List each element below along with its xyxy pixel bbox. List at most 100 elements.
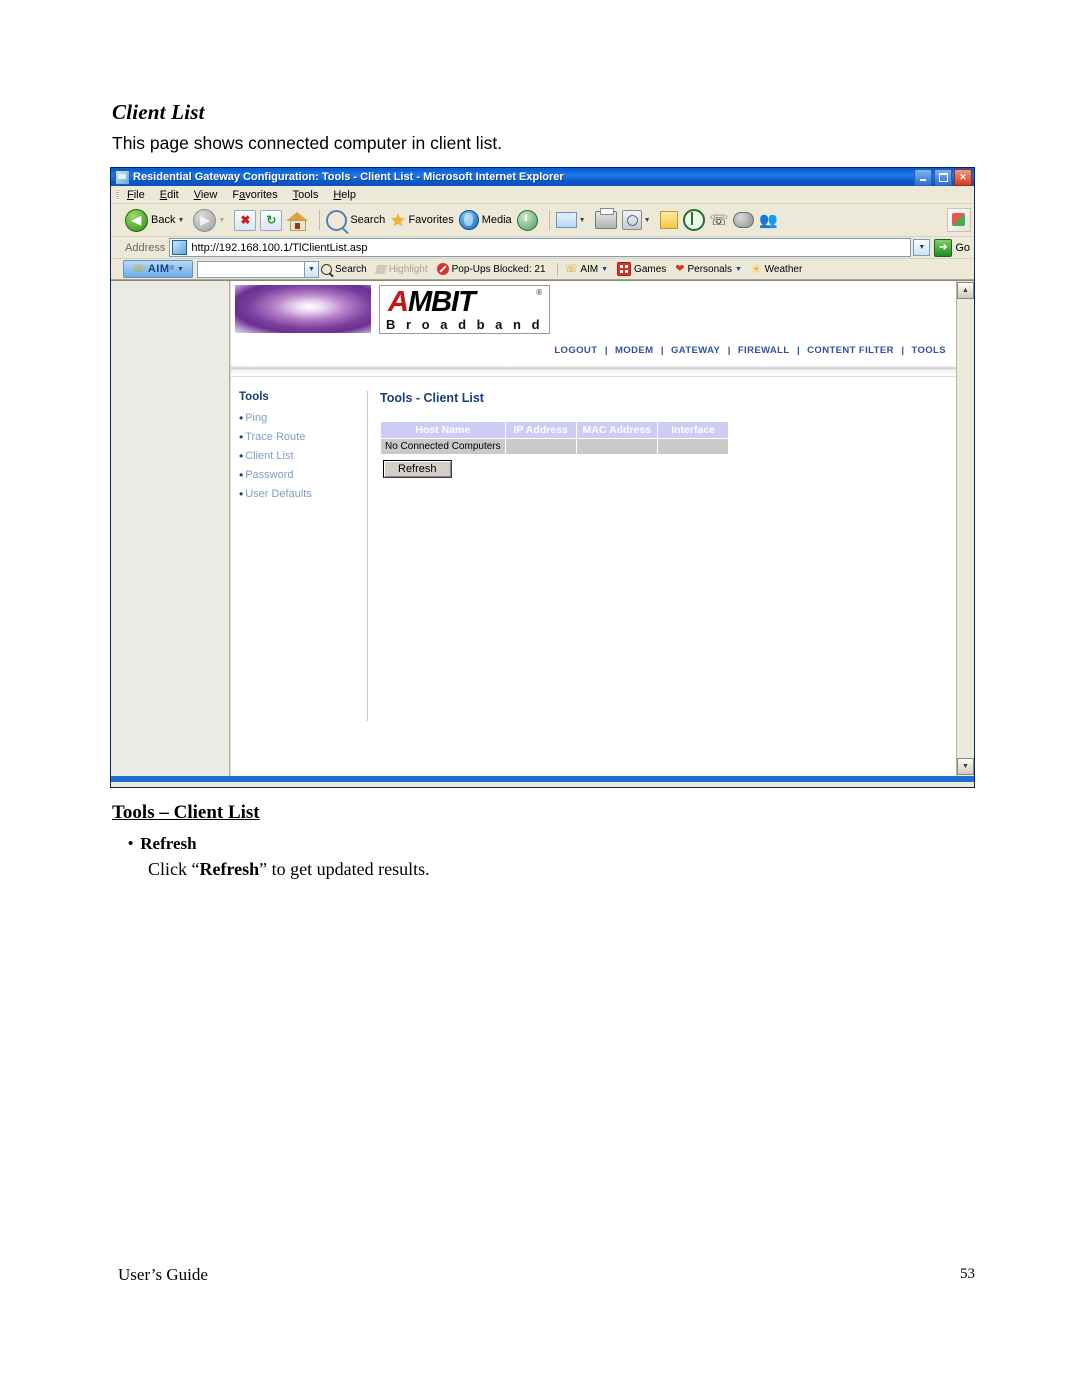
menu-favorites[interactable]: Favorites [232, 189, 277, 201]
bullet-icon: • [239, 468, 244, 483]
menu-edit[interactable]: Edit [160, 189, 179, 201]
messenger-button[interactable] [682, 209, 705, 231]
menu-tools[interactable]: Tools [293, 189, 319, 201]
sidebar-item-user-defaults[interactable]: • User Defaults [239, 488, 367, 500]
aim-menu-button[interactable]: ☏ AIM ▼ [565, 263, 608, 275]
menu-grip[interactable] [116, 189, 119, 200]
aim-caret-icon[interactable]: ▼ [177, 266, 184, 273]
page-title: Client List [112, 100, 205, 124]
mail-icon [555, 212, 577, 228]
home-button[interactable] [286, 211, 309, 231]
windows-logo-icon[interactable] [947, 208, 971, 232]
games-icon [617, 262, 632, 276]
bullet-item-refresh: • Refresh [128, 834, 197, 854]
router-nav: LOGOUT | MODEM | GATEWAY | FIREWALL | CO… [231, 334, 956, 361]
refresh-button[interactable]: Refresh [383, 460, 452, 479]
sidebar-item-ping[interactable]: • Ping [239, 412, 367, 424]
body-post: ” to get updated results. [259, 859, 430, 879]
column-host-name: Host Name [380, 421, 506, 440]
forward-button[interactable]: ▶ ▼ [193, 208, 229, 232]
refresh-button[interactable]: ↻ [260, 209, 283, 231]
sun-icon: ☀ [750, 262, 762, 276]
nav-tools[interactable]: TOOLS [911, 345, 946, 356]
back-button[interactable]: ◀ Back ▼ [125, 208, 188, 232]
history-icon [516, 209, 538, 231]
menu-view[interactable]: View [194, 189, 218, 201]
close-button[interactable]: ✕ [954, 169, 972, 186]
stop-button[interactable]: ✖ [234, 209, 257, 231]
favorites-button[interactable]: ★ Favorites [390, 212, 454, 229]
footer-page-number: 53 [960, 1266, 975, 1282]
address-input[interactable]: http://192.168.100.1/TlClientList.asp [169, 238, 912, 257]
buddies-button[interactable]: 👥 [759, 213, 778, 228]
body-text: Click “Refresh” to get updated results. [148, 859, 430, 880]
sidebar-item-label: Ping [245, 412, 268, 425]
history-button[interactable] [516, 209, 538, 231]
ambit-brand-rest: MBIT [407, 286, 476, 318]
edit-caret-icon[interactable]: ▼ [644, 217, 651, 224]
column-mac-address: MAC Address [575, 421, 659, 440]
mail-button[interactable]: ▼ [555, 212, 590, 228]
address-dropdown-button[interactable]: ▼ [913, 239, 931, 256]
aim-search-button[interactable]: Search [321, 263, 367, 275]
nav-sep-4: | [797, 345, 800, 357]
main-heading: Tools - Client List [380, 391, 484, 406]
scroll-up-button[interactable]: ▲ [957, 282, 974, 299]
aim-weather-label: Weather [764, 263, 803, 275]
mail-caret-icon[interactable]: ▼ [579, 217, 586, 224]
media-button[interactable]: Media [458, 210, 512, 230]
aim-popups-label: Pop-Ups Blocked: 21 [451, 263, 546, 275]
search-button[interactable]: Search [326, 209, 386, 231]
scroll-down-button[interactable]: ▼ [957, 758, 974, 775]
sidebar-item-password[interactable]: • Password [239, 469, 367, 481]
vertical-scrollbar[interactable]: ▲ ▼ [956, 281, 974, 776]
print-button[interactable] [594, 208, 617, 229]
back-caret-icon[interactable]: ▼ [177, 217, 184, 224]
notes-button[interactable] [659, 211, 678, 229]
maximize-button[interactable] [934, 169, 952, 186]
aim-highlight-button[interactable]: Highlight [374, 264, 428, 275]
registered-icon: ® [536, 288, 542, 297]
aim-personals-caret-icon[interactable]: ▼ [735, 266, 742, 273]
body-bold: Refresh [199, 859, 260, 879]
nav-logout[interactable]: LOGOUT [554, 345, 597, 356]
menu-help[interactable]: Help [333, 189, 356, 201]
nav-gateway[interactable]: GATEWAY [671, 345, 720, 356]
aim-brand-button[interactable]: ☏ AIM ® ▼ [123, 260, 193, 278]
search-label: Search [350, 214, 386, 226]
aim-weather-button[interactable]: ☀ Weather [751, 263, 802, 275]
column-ip-address: IP Address [504, 421, 577, 440]
sidebar-item-label: User Defaults [245, 488, 312, 501]
cell-interface [657, 438, 730, 456]
forward-caret-icon[interactable]: ▼ [218, 217, 225, 224]
aim-search-caret-icon[interactable]: ▼ [304, 261, 318, 277]
chat-button[interactable] [733, 212, 755, 228]
menu-file[interactable]: File [127, 189, 145, 201]
sidebar-item-client-list[interactable]: • Client List [239, 450, 367, 462]
nav-modem[interactable]: MODEM [615, 345, 653, 356]
aim-popups-status[interactable]: Pop-Ups Blocked: 21 [436, 263, 546, 275]
minimize-button[interactable] [914, 169, 932, 186]
media-icon [458, 210, 479, 230]
sidebar-item-label: Client List [245, 450, 294, 463]
aim-search-input[interactable]: ▼ [197, 260, 319, 278]
people-icon: 👥 [759, 211, 778, 229]
aim-menu-caret-icon[interactable]: ▼ [601, 266, 608, 273]
edit-button[interactable]: ▼ [621, 210, 655, 230]
ambit-tagline: B r o a d b a n d [386, 317, 544, 332]
address-label: Address [125, 241, 166, 254]
aim-runner-button[interactable]: ☏ [710, 213, 729, 228]
aim-search-label: Search [335, 263, 367, 275]
cell-ip-address [504, 438, 577, 456]
sidebar-item-trace-route[interactable]: • Trace Route [239, 431, 367, 443]
go-button[interactable]: ➜ Go [934, 238, 970, 257]
nav-content-filter[interactable]: CONTENT FILTER [807, 345, 894, 356]
nav-firewall[interactable]: FIREWALL [738, 345, 790, 356]
sidebar-item-label: Trace Route [245, 431, 306, 444]
page-subtitle: This page shows connected computer in cl… [112, 133, 503, 153]
column-interface: Interface [657, 421, 730, 440]
aim-personals-button[interactable]: ❤ Personals ▼ [675, 263, 742, 275]
ie-icon [115, 169, 130, 185]
aim-games-button[interactable]: Games [617, 262, 666, 276]
aim-menu-label: AIM [580, 263, 599, 275]
